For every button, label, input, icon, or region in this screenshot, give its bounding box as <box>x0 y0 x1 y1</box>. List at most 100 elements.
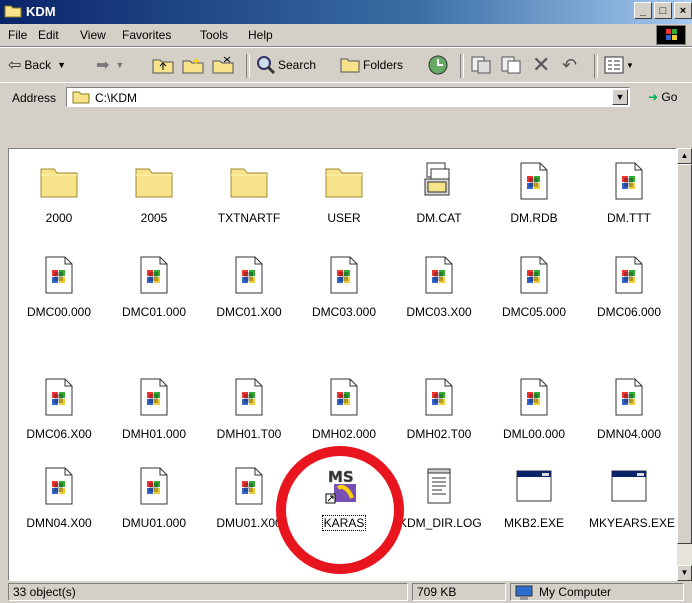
minimize-button[interactable]: _ <box>634 2 652 19</box>
status-zone: My Computer <box>510 583 684 601</box>
file-item[interactable]: DM.RDB <box>494 161 574 225</box>
status-bar: 33 object(s) 709 KB My Computer <box>0 581 692 603</box>
address-bar: Address C:\KDM ▼ ➜ Go <box>0 82 692 113</box>
file-item[interactable]: DMH01.000 <box>114 377 194 441</box>
file-item[interactable]: MKB2.EXE <box>494 466 574 530</box>
move-to-button[interactable] <box>470 54 492 76</box>
scroll-down-button[interactable]: ▼ <box>677 565 692 581</box>
menu-help[interactable]: Help <box>248 28 273 42</box>
file-item[interactable]: 2005 <box>114 161 194 225</box>
file-item[interactable]: DMC06.X00 <box>19 377 99 441</box>
file-name: KDM_DIR.LOG <box>399 516 482 530</box>
windows-logo-icon <box>656 25 686 45</box>
search-label: Search <box>278 58 317 72</box>
file-item[interactable]: DMC03.000 <box>304 255 384 319</box>
file-name: DMN04.X00 <box>26 516 92 530</box>
standard-toolbar: ⇦ Back ▼ ➡ ▼ Search Folders ✕ ↶ ▼ <box>0 47 692 83</box>
maximize-button[interactable]: □ <box>654 2 672 19</box>
folder-icon <box>324 161 364 201</box>
file-item[interactable]: DMC06.000 <box>589 255 669 319</box>
menu-favorites[interactable]: Favorites <box>122 28 171 42</box>
file-item[interactable]: DM.CAT <box>399 161 479 225</box>
file-name: DMU01.000 <box>121 516 187 530</box>
file-item[interactable]: DMC01.000 <box>114 255 194 319</box>
menu-file[interactable]: File <box>8 28 27 42</box>
file-name: DMC03.X00 <box>406 305 472 319</box>
file-name: DMC00.000 <box>26 305 92 319</box>
toolbar-separator <box>460 54 464 78</box>
file-item[interactable]: DMH02.000 <box>304 377 384 441</box>
vertical-scrollbar[interactable]: ▲ ▼ <box>677 148 692 581</box>
file-item[interactable]: 2000 <box>19 161 99 225</box>
file-name: DMC06.X00 <box>26 427 92 441</box>
status-object-count: 33 object(s) <box>8 583 408 601</box>
file-name: DMN04.000 <box>596 427 662 441</box>
file-item[interactable]: DMC03.X00 <box>399 255 479 319</box>
scroll-thumb[interactable] <box>677 164 692 544</box>
close-button[interactable]: × <box>674 2 692 19</box>
delete-button[interactable]: ✕ <box>532 52 550 77</box>
file-item[interactable]: DMC00.000 <box>19 255 99 319</box>
exe-icon <box>514 466 554 506</box>
folders-button[interactable]: Folders <box>340 54 403 76</box>
file-item[interactable]: DMC01.X00 <box>209 255 289 319</box>
file-item[interactable]: DMH01.T00 <box>209 377 289 441</box>
file-name: DMC05.000 <box>501 305 567 319</box>
win-file-icon <box>134 377 174 417</box>
win-file-icon <box>609 255 649 295</box>
file-name: DM.TTT <box>607 211 651 225</box>
win-file-icon <box>609 161 649 201</box>
address-field[interactable]: C:\KDM ▼ <box>66 87 630 107</box>
win-file-icon <box>229 466 269 506</box>
menu-edit[interactable]: Edit <box>38 28 59 42</box>
win-file-icon <box>324 255 364 295</box>
copy-to-button[interactable] <box>500 54 522 76</box>
forward-button[interactable]: ➡ ▼ <box>96 54 124 76</box>
file-name: 2005 <box>140 211 168 225</box>
address-dropdown-button[interactable]: ▼ <box>612 89 628 105</box>
win-file-icon <box>39 466 79 506</box>
new-folder-button[interactable] <box>182 54 204 76</box>
folder-icon <box>229 161 269 201</box>
views-button[interactable]: ▼ <box>604 54 634 76</box>
menu-tools[interactable]: Tools <box>200 28 228 42</box>
win-file-icon <box>609 377 649 417</box>
file-item[interactable]: USER <box>304 161 384 225</box>
up-folder-button[interactable] <box>152 54 174 76</box>
go-button[interactable]: ➜ Go <box>648 90 677 104</box>
file-item[interactable]: DML00.000 <box>494 377 574 441</box>
file-item[interactable]: DMH02.T00 <box>399 377 479 441</box>
file-name: DM.RDB <box>510 211 558 225</box>
file-item[interactable]: DMC05.000 <box>494 255 574 319</box>
file-item[interactable]: TXTNARTF <box>209 161 289 225</box>
scroll-up-button[interactable]: ▲ <box>677 148 692 164</box>
search-icon <box>257 56 276 75</box>
win-file-icon <box>324 377 364 417</box>
toolbar-separator <box>246 54 250 78</box>
back-button[interactable]: ⇦ Back ▼ <box>8 54 66 76</box>
address-label: Address <box>12 91 57 105</box>
cut-folder-icon <box>212 56 234 74</box>
undo-button[interactable]: ↶ <box>562 54 577 76</box>
file-name: TXTNARTF <box>217 211 281 225</box>
history-icon <box>428 55 448 75</box>
back-label: Back <box>24 58 52 72</box>
file-item[interactable]: KDM_DIR.LOG <box>399 466 482 530</box>
win-file-icon <box>514 161 554 201</box>
file-item[interactable]: DM.TTT <box>589 161 669 225</box>
history-button[interactable] <box>426 54 450 76</box>
file-name: DMC03.000 <box>311 305 377 319</box>
up-folder-icon <box>152 59 174 74</box>
file-item[interactable]: DMN04.000 <box>589 377 669 441</box>
folders-icon <box>340 58 360 73</box>
search-button[interactable]: Search <box>256 54 316 76</box>
go-arrow-icon: ➜ <box>648 90 659 104</box>
menu-view[interactable]: View <box>80 28 106 42</box>
folder-icon <box>72 91 90 104</box>
title-bar[interactable]: KDM _ □ × <box>0 0 692 24</box>
file-item[interactable]: DMN04.X00 <box>19 466 99 530</box>
win-file-icon <box>419 255 459 295</box>
delete-folder-button[interactable] <box>212 54 234 76</box>
file-item[interactable]: DMU01.000 <box>114 466 194 530</box>
file-item[interactable]: MKYEARS.EXE <box>589 466 675 530</box>
